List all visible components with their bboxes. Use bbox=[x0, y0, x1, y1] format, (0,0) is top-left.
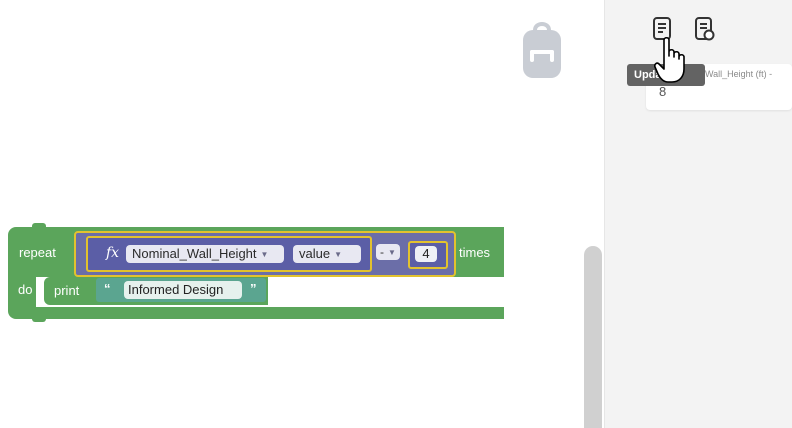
dropdown-caret-icon: ▼ bbox=[260, 249, 269, 259]
number-block[interactable]: 4 bbox=[408, 241, 448, 269]
repeat-keyword: repeat bbox=[19, 245, 56, 260]
repeat-block-bottom bbox=[8, 307, 504, 317]
repeat-block-top-notch bbox=[32, 223, 46, 229]
do-keyword: do bbox=[18, 282, 33, 297]
repeat-block[interactable]: repeat times do fx Nominal_Wall_Height ▼ … bbox=[8, 223, 504, 322]
property-text: value bbox=[299, 246, 331, 261]
fx-variable-block[interactable]: fx Nominal_Wall_Height ▼ value ▼ bbox=[86, 236, 372, 272]
close-quote-icon: ” bbox=[250, 281, 257, 296]
backpack-icon[interactable] bbox=[521, 20, 563, 80]
text-field[interactable]: Informed Design bbox=[124, 281, 242, 299]
operator-dropdown[interactable]: - ▼ bbox=[376, 244, 400, 260]
fx-symbol: fx bbox=[106, 245, 120, 261]
repeat-block-bottom-notch bbox=[32, 317, 46, 322]
print-block[interactable]: print “ Informed Design ” bbox=[44, 277, 268, 305]
hand-pointer-icon bbox=[654, 36, 685, 83]
print-keyword: print bbox=[54, 283, 80, 298]
open-quote-icon: “ bbox=[104, 281, 111, 296]
text-block[interactable]: “ Informed Design ” bbox=[96, 278, 266, 302]
arithmetic-block[interactable]: fx Nominal_Wall_Height ▼ value ▼ - ▼ 4 bbox=[74, 231, 456, 277]
document-settings-icon[interactable] bbox=[693, 16, 715, 42]
dropdown-caret-icon: ▼ bbox=[388, 247, 396, 257]
operator-text: - bbox=[380, 245, 385, 259]
field-value[interactable]: 8 bbox=[659, 84, 666, 99]
field-label: Wall_Height (ft) - bbox=[705, 69, 773, 79]
blockly-workspace[interactable]: repeat times do fx Nominal_Wall_Height ▼ … bbox=[0, 0, 604, 428]
number-field[interactable]: 4 bbox=[415, 246, 437, 262]
workspace-vertical-scrollbar[interactable] bbox=[584, 246, 602, 428]
variable-name-dropdown[interactable]: Nominal_Wall_Height ▼ bbox=[126, 245, 284, 263]
property-dropdown[interactable]: value ▼ bbox=[293, 245, 361, 263]
variable-name-text: Nominal_Wall_Height bbox=[132, 246, 257, 261]
dropdown-caret-icon: ▼ bbox=[334, 249, 342, 259]
times-keyword: times bbox=[459, 245, 491, 260]
